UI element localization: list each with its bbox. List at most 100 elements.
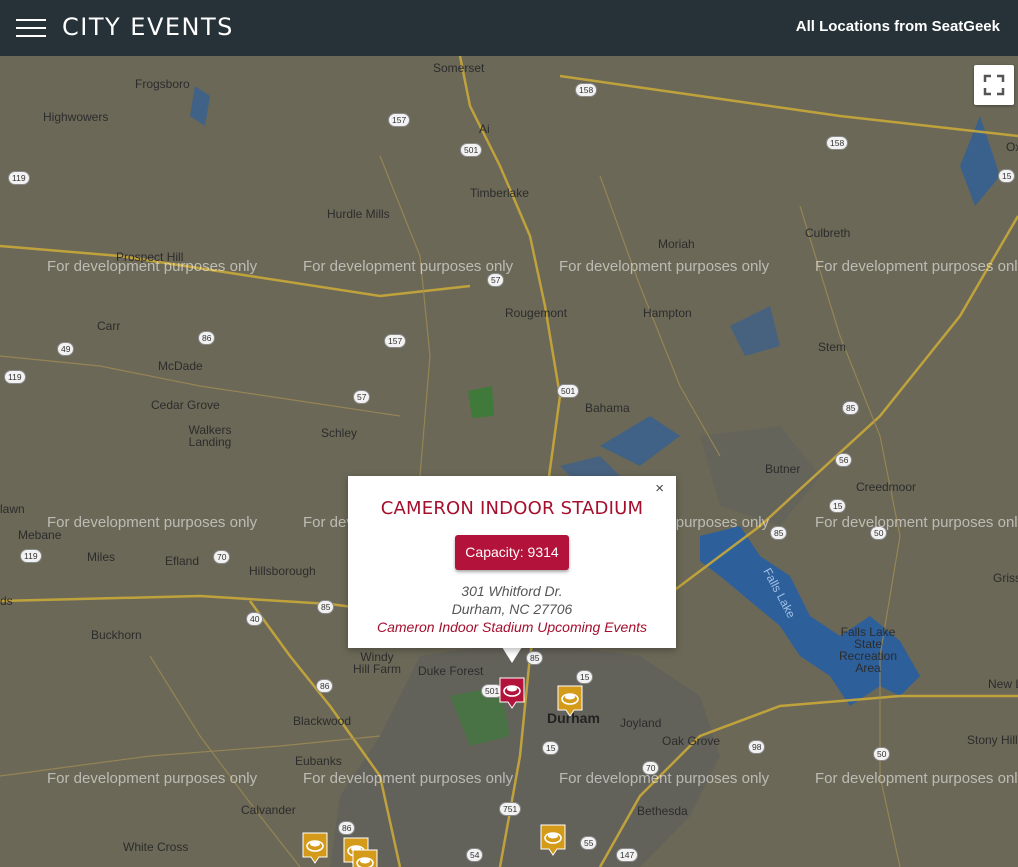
road-shield: 55: [580, 836, 598, 850]
place-label: Moriah: [658, 237, 695, 251]
place-label: Frogsboro: [135, 77, 190, 91]
place-label: Stony Hill: [967, 733, 1018, 747]
place-label: Bahama: [585, 401, 630, 415]
venue-marker-stadium-icon[interactable]: [352, 849, 378, 867]
place-label: Hurdle Mills: [327, 207, 390, 221]
venue-marker-stadium-icon[interactable]: [557, 685, 583, 719]
venue-marker-stadium-icon[interactable]: [302, 832, 328, 866]
place-label: Cedar Grove: [151, 398, 220, 412]
app-title: CITY EVENTS: [62, 13, 234, 41]
place-label: New L: [988, 677, 1018, 691]
place-label: ds: [0, 594, 13, 608]
close-icon[interactable]: ×: [655, 480, 664, 497]
road-shield: 85: [770, 526, 788, 540]
road-shield: 86: [316, 679, 334, 693]
road-shield: 158: [575, 83, 598, 97]
place-label: Joyland: [620, 716, 662, 730]
place-label: Oak Grove: [662, 734, 721, 748]
place-label: Creedmoor: [856, 480, 917, 494]
place-label: Hillsborough: [249, 564, 316, 578]
selected-venue-marker-stadium-icon[interactable]: [499, 677, 525, 711]
capacity-badge: Capacity: 9314: [455, 535, 569, 570]
road-shield: 50: [873, 747, 891, 761]
dev-watermark: For development purposes only: [47, 514, 258, 531]
all-locations-link[interactable]: All Locations from SeatGeek: [796, 18, 1000, 35]
road-shield: 119: [4, 370, 26, 384]
dev-watermark: For development purposes only: [47, 258, 258, 275]
road-shield: 98: [748, 740, 766, 754]
place-label: Eubanks: [295, 754, 342, 768]
venue-title: CAMERON INDOOR STADIUM: [380, 498, 644, 519]
road-shield: 119: [20, 549, 42, 563]
road-shield: 158: [826, 136, 849, 150]
road-shield: 119: [8, 171, 30, 185]
road-shield: 15: [829, 499, 847, 513]
road-shield: 56: [835, 453, 853, 467]
map-base-layer: [0, 56, 1018, 867]
place-label: Schley: [321, 426, 358, 440]
dev-watermark: For development purposes only: [815, 258, 1018, 275]
road-shield: 501: [557, 384, 580, 398]
dev-watermark: For development purposes only: [47, 770, 258, 787]
place-label: Falls Lake State Recreation Area: [838, 625, 898, 675]
place-label: Calvander: [241, 803, 296, 817]
fullscreen-toggle-icon[interactable]: [974, 65, 1014, 105]
app-header: CITY EVENTS All Locations from SeatGeek: [0, 0, 1018, 56]
place-label: McDade: [158, 359, 203, 373]
road-shield: 85: [317, 600, 335, 614]
road-shield: 85: [842, 401, 860, 415]
place-label: Griss: [993, 571, 1018, 585]
road-shield: 85: [526, 651, 544, 665]
place-label: Efland: [165, 554, 200, 568]
place-label: Walkers Landing: [188, 423, 232, 449]
road-shield: 40: [246, 612, 264, 626]
dev-watermark: For development purposes only: [303, 770, 514, 787]
place-label: Duke Forest: [418, 664, 484, 678]
place-label: Butner: [765, 462, 801, 476]
dev-watermark: For development purposes only: [559, 770, 770, 787]
road-shield: 57: [487, 273, 505, 287]
place-label: Somerset: [433, 61, 485, 75]
place-label: lawn: [0, 502, 25, 516]
place-label: Stem: [818, 340, 847, 354]
road-shield: 157: [388, 113, 411, 127]
hamburger-menu-icon[interactable]: [16, 17, 46, 39]
road-shield: 15: [542, 741, 560, 755]
dev-watermark: For development purposes only: [815, 514, 1018, 531]
road-shield: 86: [338, 821, 356, 835]
road-shield: 15: [998, 169, 1016, 183]
venue-info-window: × CAMERON INDOOR STADIUM Capacity: 9314 …: [348, 476, 676, 648]
map-canvas[interactable]: Somerset Frogsboro Highwowers Ai Timberl…: [0, 56, 1018, 867]
road-shield: 501: [460, 143, 483, 157]
place-label: Carr: [97, 319, 121, 333]
place-label: Timberlake: [470, 186, 529, 200]
upcoming-events-link[interactable]: Cameron Indoor Stadium Upcoming Events: [348, 618, 676, 636]
place-label: Ox: [1006, 140, 1018, 154]
road-shield: 157: [384, 334, 407, 348]
venue-marker-stadium-icon[interactable]: [540, 824, 566, 858]
road-shield: 147: [616, 848, 639, 862]
venue-address-line2: Durham, NC 27706: [451, 601, 573, 617]
road-shield: 57: [353, 390, 371, 404]
road-shield: 15: [576, 670, 594, 684]
place-label: Culbreth: [805, 226, 851, 240]
venue-address-line1: 301 Whitford Dr.: [461, 583, 563, 599]
place-label: Buckhorn: [91, 628, 142, 642]
place-label: Rougemont: [505, 306, 568, 320]
dev-watermark: For development purposes only: [559, 258, 770, 275]
road-shield: 49: [57, 342, 75, 356]
dev-watermark: For development purposes only: [815, 770, 1018, 787]
dev-watermark: For development purposes only: [303, 258, 514, 275]
road-shield: 751: [499, 802, 522, 816]
place-label: Windy Hill Farm: [353, 650, 401, 676]
place-label: Highwowers: [43, 110, 109, 124]
place-label: Bethesda: [637, 804, 688, 818]
road-shield: 86: [198, 331, 216, 345]
place-label: White Cross: [123, 840, 189, 854]
popup-pointer: [502, 647, 522, 663]
place-label: Blackwood: [293, 714, 352, 728]
place-label: Hampton: [643, 306, 692, 320]
road-shield: 70: [213, 550, 231, 564]
place-label: Ai: [479, 122, 490, 136]
place-label: Miles: [87, 550, 116, 564]
